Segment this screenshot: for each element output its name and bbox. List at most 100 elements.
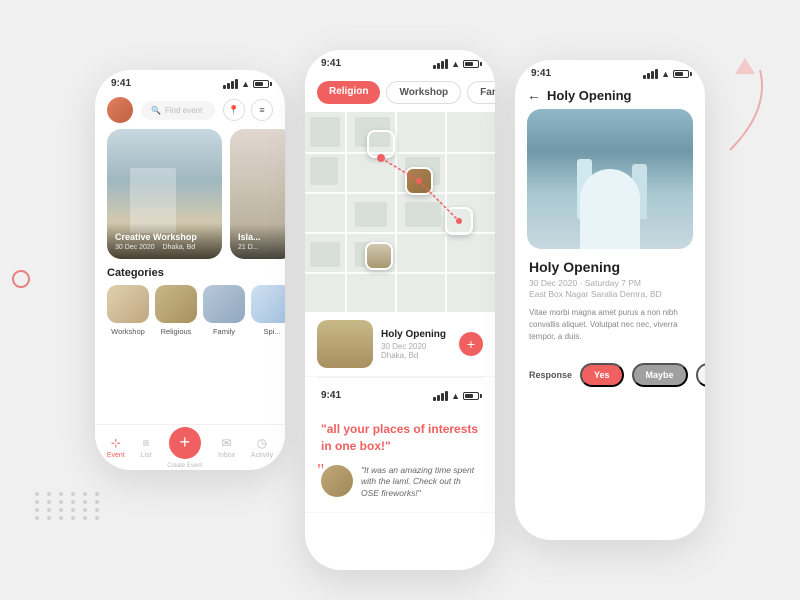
- yes-button[interactable]: Yes: [580, 363, 624, 387]
- category-workshop-label: Workshop: [111, 327, 145, 336]
- phone2-signal-icon: [433, 59, 448, 69]
- filter-religion[interactable]: Religion: [317, 81, 380, 104]
- phone2-status-bar-2: 9:41 ▲: [305, 382, 495, 405]
- activity-icon: ◷: [257, 436, 267, 450]
- phone2-signal-2: [433, 391, 448, 401]
- category-workshop[interactable]: Workshop: [107, 285, 149, 336]
- create-event-button[interactable]: +: [169, 427, 201, 459]
- event-card-workshop[interactable]: Creative Workshop 30 Dec 2020 Dhaka, Bd: [107, 129, 222, 259]
- phone1-header: 🔍 Find event 📍 ≡: [95, 93, 285, 129]
- map-pin-1[interactable]: [367, 130, 395, 158]
- phone2-status-icons-2: ▲: [433, 391, 479, 401]
- quote-highlight: one box!: [335, 439, 385, 453]
- category-sports-img: [251, 285, 285, 323]
- detail-title: Holy Opening: [529, 259, 691, 275]
- detail-info: Holy Opening 30 Dec 2020 · Saturday 7 PM…: [515, 249, 705, 363]
- filter-family[interactable]: Family: [467, 81, 495, 104]
- filter-workshop[interactable]: Workshop: [386, 81, 461, 104]
- bg-decoration-dots: [35, 492, 103, 520]
- phone3-status-icons: ▲: [643, 69, 689, 79]
- phone-3-detail: 9:41 ▲ ← Holy Opening: [515, 60, 705, 540]
- quote-user: " "It was an amazing time spent with the…: [321, 465, 479, 501]
- search-bar[interactable]: 🔍 Find event: [141, 101, 215, 120]
- quote-main-text: "all your places of interests in one box…: [321, 421, 479, 455]
- map-pin-2[interactable]: [405, 167, 433, 195]
- event-title: Holy Opening: [381, 329, 451, 340]
- event-list-info: Holy Opening 30 Dec 2020 Dhaka, Bd: [381, 329, 451, 360]
- nav-create-label: Create Event: [167, 463, 202, 469]
- wifi-icon: ▲: [241, 79, 250, 89]
- divider: [317, 377, 483, 378]
- category-family-label: Family: [213, 327, 235, 336]
- phones-wrapper: 9:41 ▲ 🔍 Find event: [0, 0, 800, 600]
- event-card-title: Creative Workshop: [115, 232, 214, 243]
- phone3-header: ← Holy Opening: [515, 83, 705, 109]
- category-religious[interactable]: Religious: [155, 285, 197, 336]
- map-pin-3[interactable]: [445, 207, 473, 235]
- bg-decoration-circle-left: [12, 270, 30, 288]
- phone2-status-bar: 9:41 ▲: [305, 50, 495, 73]
- phone1-time: 9:41: [111, 78, 131, 89]
- category-workshop-img: [107, 285, 149, 323]
- event-cards-row: Creative Workshop 30 Dec 2020 Dhaka, Bd …: [95, 129, 285, 259]
- category-family[interactable]: Family: [203, 285, 245, 336]
- map-pin-mosque-main[interactable]: [365, 242, 393, 270]
- event-list-item-holy[interactable]: Holy Opening 30 Dec 2020 Dhaka, Bd +: [305, 312, 495, 377]
- nav-activity[interactable]: ◷ Activity: [251, 436, 273, 459]
- event-card-islam[interactable]: Isla... 21 D...: [230, 129, 285, 259]
- nav-inbox-label: Inbox: [218, 452, 235, 459]
- event-date: 30 Dec 2020: [381, 342, 451, 351]
- category-sports[interactable]: Spi...: [251, 285, 285, 336]
- no-button[interactable]: No: [696, 363, 705, 387]
- back-button[interactable]: ←: [527, 87, 541, 103]
- quote-text: "It was an amazing time spent with the l…: [361, 465, 479, 501]
- response-section: Response Yes Maybe No: [515, 363, 705, 387]
- phone-1-home: 9:41 ▲ 🔍 Find event: [95, 70, 285, 470]
- categories-section: Categories Workshop Religious Family Spi…: [95, 259, 285, 340]
- avatar[interactable]: [107, 97, 133, 123]
- phone2-time-2: 9:41: [321, 390, 341, 401]
- nav-event[interactable]: ⊹ Event: [107, 436, 125, 459]
- phone2-wifi-2: ▲: [451, 391, 460, 401]
- categories-title: Categories: [107, 267, 273, 279]
- header-icons: 📍 ≡: [223, 99, 273, 121]
- phone3-signal: [643, 69, 658, 79]
- categories-row: Workshop Religious Family Spi...: [107, 285, 273, 336]
- event-icon: ⊹: [111, 436, 121, 450]
- event-card-2-title: Isla...: [238, 232, 285, 243]
- maybe-button[interactable]: Maybe: [632, 363, 688, 387]
- event-list-img: [317, 320, 373, 368]
- event-add-button[interactable]: +: [459, 332, 483, 356]
- detail-image: [527, 109, 693, 249]
- menu-icon[interactable]: ≡: [251, 99, 273, 121]
- response-label: Response: [529, 370, 572, 380]
- search-icon: 🔍: [151, 106, 161, 115]
- arch: [580, 169, 640, 249]
- quote-avatar: ": [321, 465, 353, 497]
- battery-icon: [253, 80, 269, 88]
- event-location: Dhaka, Bd: [381, 351, 451, 360]
- location-icon[interactable]: 📍: [223, 99, 245, 121]
- inbox-icon: ✉: [222, 436, 232, 450]
- phone2-wifi-icon: ▲: [451, 59, 460, 69]
- event-card-overlay: Creative Workshop 30 Dec 2020 Dhaka, Bd: [107, 224, 222, 259]
- phone2-battery-icon: [463, 60, 479, 68]
- phone2-time: 9:41: [321, 58, 341, 69]
- event-card-2-date: 21 D...: [238, 244, 285, 251]
- nav-inbox[interactable]: ✉ Inbox: [218, 436, 235, 459]
- detail-image-bg: [527, 109, 693, 249]
- category-religious-img: [155, 285, 197, 323]
- nav-create[interactable]: + Create Event: [167, 427, 202, 469]
- phone3-battery: [673, 70, 689, 78]
- map-area[interactable]: [305, 112, 495, 312]
- nav-event-label: Event: [107, 452, 125, 459]
- page-title: Holy Opening: [547, 88, 632, 103]
- detail-description: Vitae morbi magna amet purus a non nibh …: [529, 307, 691, 343]
- quote-section: "all your places of interests in one box…: [305, 405, 495, 513]
- nav-list[interactable]: ≡ List: [141, 436, 152, 459]
- phone2-status-icons: ▲: [433, 59, 479, 69]
- search-placeholder: Find event: [165, 106, 202, 115]
- event-card-date: 30 Dec 2020 Dhaka, Bd: [115, 244, 214, 251]
- list-icon: ≡: [142, 436, 149, 450]
- detail-date: 30 Dec 2020 · Saturday 7 PM: [529, 278, 691, 288]
